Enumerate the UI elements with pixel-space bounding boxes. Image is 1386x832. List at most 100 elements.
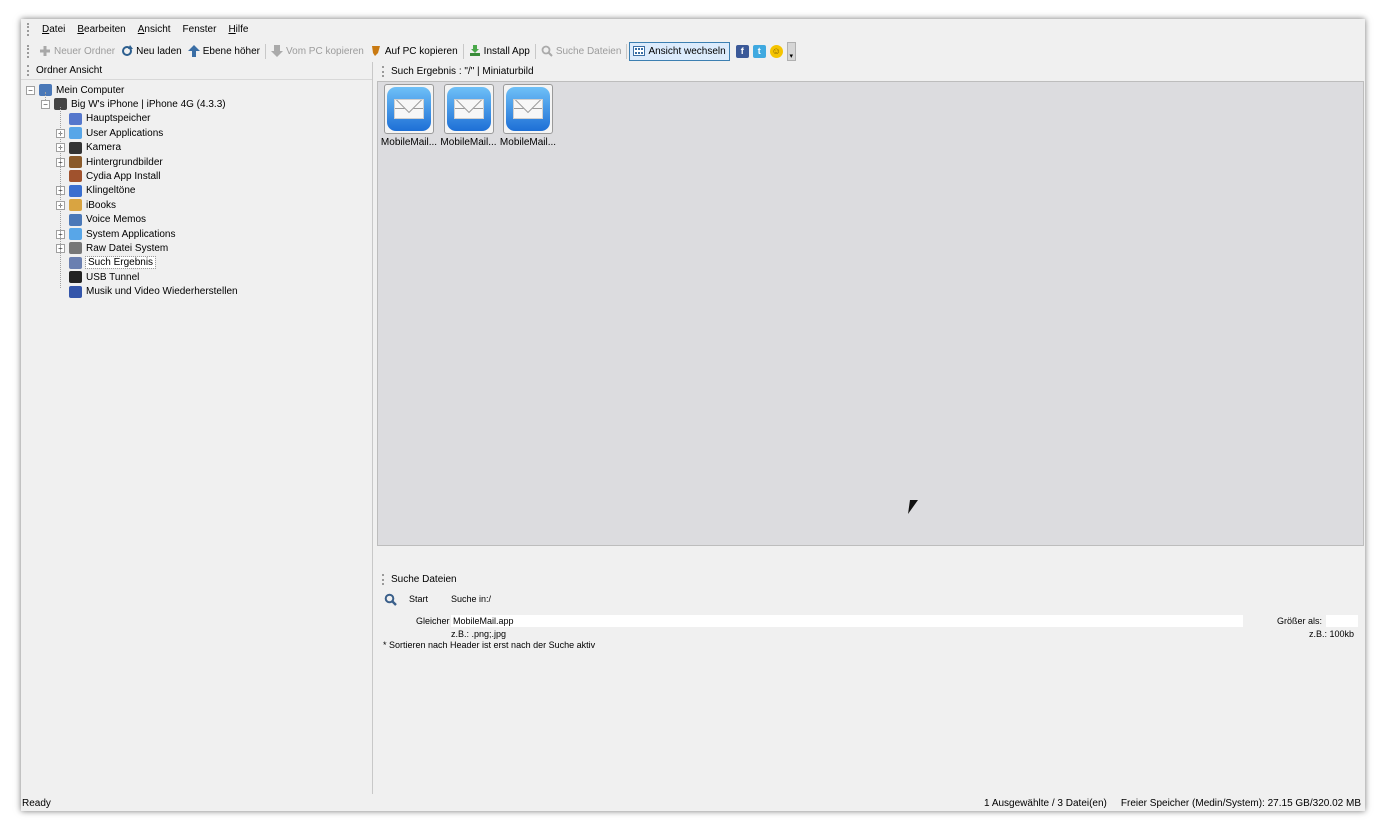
switch-view-button[interactable]: Ansicht wechseln (629, 41, 730, 61)
toolbar-separator (462, 43, 464, 59)
copy-to-pc-button[interactable]: Auf PC kopieren (367, 42, 461, 61)
size-input[interactable] (1326, 615, 1358, 627)
new-folder-button[interactable]: Neuer Ordner (36, 42, 118, 61)
tree-item[interactable]: + iBooks (56, 198, 116, 212)
pane-grip[interactable] (27, 65, 30, 76)
thumbnail-frame (443, 84, 494, 134)
tree-item[interactable]: + Kamera (56, 141, 121, 155)
view-grid-icon (633, 45, 646, 57)
results-thumbnail-area[interactable]: MobileMail... MobileMail... MobileMail... (377, 81, 1364, 546)
tree-item[interactable]: USB Tunnel (56, 270, 139, 284)
menu-fenster[interactable]: Fenster (177, 19, 223, 40)
menu-datei[interactable]: Datei (36, 19, 71, 40)
install-app-button[interactable]: Install App (466, 42, 533, 61)
result-thumbnail[interactable]: MobileMail... (380, 84, 438, 148)
arrow-down-icon (271, 45, 284, 57)
mail-app-icon (506, 87, 550, 131)
status-ready: Ready (22, 797, 51, 809)
tree-item[interactable]: + Klingeltöne (56, 184, 135, 198)
pane-grip[interactable] (382, 65, 385, 77)
status-right: 1 Ausgewählte / 3 Datei(en) Freier Speic… (984, 795, 1361, 811)
mail-app-icon (446, 87, 491, 131)
tree-item-label: Cydia App Install (86, 170, 161, 182)
thumbnail-frame (384, 84, 434, 134)
tree-item-label: Musik und Video Wiederherstellen (86, 286, 238, 298)
camera-icon (69, 141, 82, 154)
status-free-space: Freier Speicher (Medin/System): 27.15 GB… (1120, 797, 1361, 809)
tree-item[interactable]: + System Applications (56, 227, 176, 241)
search-result-icon (69, 256, 82, 269)
system-apps-icon (69, 228, 82, 240)
wallpaper-icon (69, 156, 82, 168)
facebook-icon[interactable]: f (735, 44, 749, 58)
tree-item[interactable]: Cydia App Install (56, 169, 161, 183)
menu-hilfe[interactable]: Hilfe (222, 19, 254, 40)
pane-grip[interactable] (382, 573, 385, 585)
envelope-icon (513, 99, 543, 119)
results-pane: Such Ergebnis : "/" | Miniaturbild Mobil… (376, 62, 1365, 794)
results-header: Such Ergebnis : "/" | Miniaturbild (376, 62, 1365, 80)
cydia-icon (69, 170, 82, 183)
media-restore-icon (69, 285, 82, 298)
tree-item-label: Hauptspeicher (86, 113, 151, 125)
menu-bearbeiten[interactable]: Bearbeiten (71, 19, 131, 40)
tree-item[interactable]: + Hintergrundbilder (56, 155, 163, 169)
tree-item-label: USB Tunnel (86, 271, 140, 283)
reload-button[interactable]: Neu laden (118, 42, 185, 61)
tree-item[interactable]: Musik und Video Wiederherstellen (56, 285, 238, 299)
size-example: z.B.: 100kb (1309, 629, 1355, 639)
level-up-button[interactable]: Ebene höher (185, 42, 263, 61)
tree-item[interactable]: + Raw Datei System (56, 241, 168, 255)
voice-memo-icon (69, 213, 82, 226)
tree-item-label: Klingeltöne (86, 185, 136, 197)
search-in-label: Suche in:/ (451, 594, 492, 604)
menu-grip[interactable] (27, 23, 30, 36)
envelope-icon (453, 99, 484, 119)
tree-item-label: System Applications (86, 228, 176, 240)
search-files-button[interactable]: Suche Dateien (538, 42, 625, 61)
toolbar-separator (265, 43, 267, 59)
match-label: Gleicher (416, 616, 450, 626)
refresh-icon (121, 45, 134, 57)
tree-item-label: User Applications (86, 127, 164, 139)
collapse-toggle[interactable]: − (41, 99, 50, 109)
match-input[interactable]: MobileMail.app (451, 615, 1243, 627)
copy-from-pc-button[interactable]: Vom PC kopieren (268, 42, 367, 61)
tree-item-label: Hintergrundbilder (86, 156, 163, 168)
ringtone-icon (69, 184, 82, 197)
smiley-icon[interactable]: ☺ (769, 44, 783, 58)
raw-filesystem-icon (69, 242, 82, 255)
tree-item[interactable]: Such Ergebnis (56, 256, 157, 270)
result-thumbnail[interactable]: MobileMail... (440, 84, 498, 148)
search-files-panel: Suche Dateien Start Suche in:/ Gleicher … (376, 570, 1365, 794)
tree-item[interactable]: − Big W's iPhone | iPhone 4G (4.3.3) (41, 97, 226, 111)
result-thumbnail[interactable]: MobileMail... (499, 84, 557, 148)
twitter-icon[interactable]: t (752, 44, 766, 58)
arrow-up-icon (187, 45, 200, 57)
tree-item[interactable]: Hauptspeicher (56, 112, 150, 126)
tree-item[interactable]: + User Applications (56, 126, 163, 140)
folder-view-header: Ordner Ansicht (21, 62, 372, 80)
tree-item[interactable]: Voice Memos (56, 213, 146, 227)
thumbnail-label: MobileMail... (380, 137, 438, 148)
copy-to-pc-icon (370, 45, 382, 57)
toolbar-separator (626, 43, 628, 59)
menu-ansicht[interactable]: Ansicht (132, 19, 177, 40)
tree-item-label: Voice Memos (86, 214, 147, 226)
magnifier-icon (384, 593, 397, 606)
collapse-toggle[interactable]: − (26, 85, 35, 95)
status-bar: Ready 1 Ausgewählte / 3 Datei(en) Freier… (21, 795, 1365, 811)
toolbar-overflow-button[interactable]: ▾ (786, 41, 796, 61)
thumbnail-frame (503, 84, 553, 134)
toolbar-grip[interactable] (27, 44, 30, 58)
tree-item-label: Big W's iPhone | iPhone 4G (4.3.3) (71, 98, 226, 110)
tree-item-label: Such Ergebnis (84, 256, 157, 270)
tree-item-label: Kamera (86, 142, 122, 154)
search-panel-header: Suche Dateien (376, 570, 1365, 588)
search-start-button[interactable]: Start (384, 590, 428, 608)
thumbnail-label: MobileMail... (499, 137, 557, 148)
tree-item[interactable]: − Mein Computer (26, 83, 124, 97)
tree-item-label: Raw Datei System (86, 242, 169, 254)
envelope-icon (394, 99, 424, 119)
size-label: Größer als: (1277, 616, 1323, 626)
